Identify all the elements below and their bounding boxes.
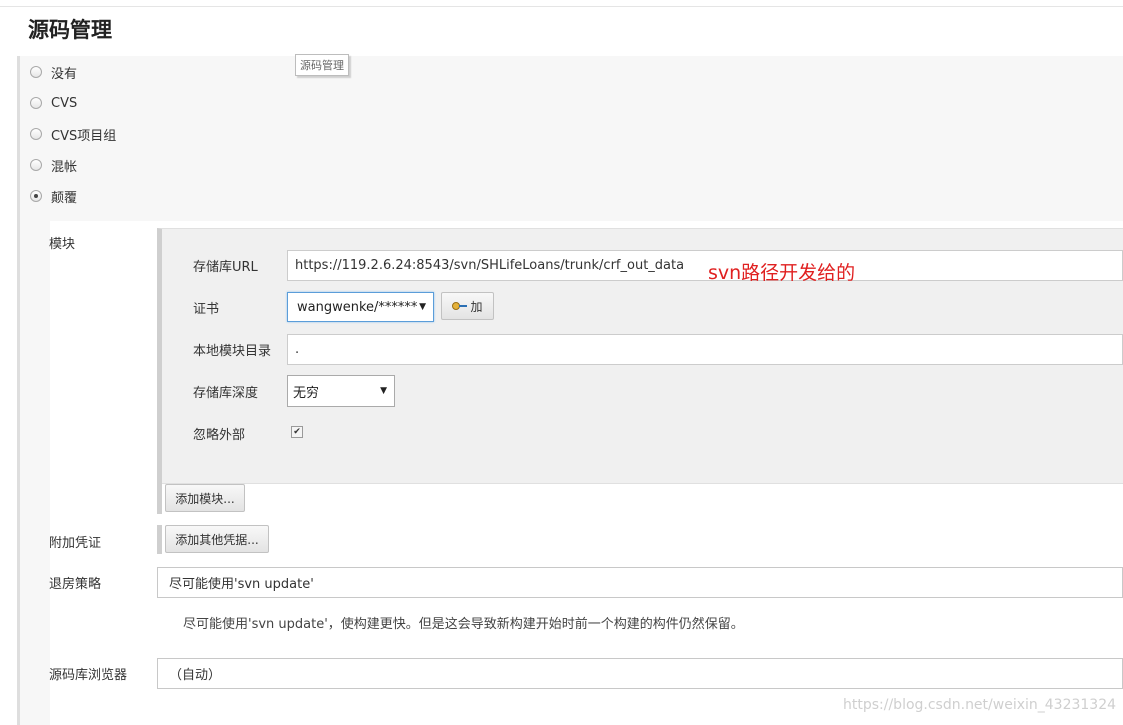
repository-url-label: 存储库URL [193,260,258,275]
tooltip: 源码管理 [295,54,349,76]
add-credentials-button[interactable]: 加 [441,292,494,320]
depth-select[interactable]: 无穷 ▼ [287,375,395,407]
repository-browser-select[interactable]: （自动） [157,658,1123,689]
radio-label: 混帐 [51,159,78,175]
local-dir-label: 本地模块目录 [193,344,272,359]
radio-button-selected[interactable] [30,190,42,202]
radio-button[interactable] [30,159,42,171]
repository-url-input[interactable]: https://119.2.6.24:8543/svn/SHLifeLoans/… [287,250,1123,281]
chevron-down-icon: ▼ [419,302,426,312]
repository-browser-label: 源码库浏览器 [49,668,128,683]
subversion-config-indent [17,221,50,725]
watermark: https://blog.csdn.net/weixin_43231324 [843,697,1117,713]
modules-label: 模块 [49,237,76,252]
radio-label: CVS [51,95,78,111]
key-icon [452,302,468,310]
additional-credentials-indent [157,525,162,554]
page-title: 源码管理 [28,18,112,42]
depth-label: 存储库深度 [193,386,259,401]
checkout-strategy-select[interactable]: 尽可能使用'svn update' [157,567,1123,598]
red-annotation: svn路径开发给的 [708,262,856,284]
radio-label: 没有 [51,66,78,82]
checkout-strategy-help: 尽可能使用'svn update'，使构建更快。但是这会导致新构建开始时前一个构… [183,617,744,632]
additional-credentials-label: 附加凭证 [49,536,102,551]
add-other-credentials-button[interactable]: 添加其他凭据... [165,525,269,553]
radio-button[interactable] [30,97,42,109]
radio-button[interactable] [30,128,42,140]
radio-label: 颠覆 [51,190,78,206]
add-credentials-label: 加 [470,299,483,314]
add-module-button[interactable]: 添加模块... [165,484,245,512]
top-divider [0,6,1123,7]
radio-label: CVS项目组 [51,128,117,144]
depth-value: 无穷 [293,385,320,401]
scm-options-panel [17,56,1123,221]
local-dir-input[interactable]: . [287,334,1123,365]
radio-option-none[interactable]: 没有 [30,62,77,82]
radio-button[interactable] [30,66,42,78]
checkout-strategy-value: 尽可能使用'svn update' [169,577,314,592]
ignore-externals-label: 忽略外部 [193,428,246,443]
radio-option-cvs[interactable]: CVS [30,93,77,113]
repository-browser-value: （自动） [169,668,222,683]
add-module-indent [157,482,162,514]
radio-option-cvs-projectset[interactable]: CVS项目组 [30,124,116,144]
chevron-down-icon: ▼ [380,386,387,396]
ignore-externals-checkbox[interactable]: ✔ [291,426,303,438]
credentials-select[interactable]: wangwenke/****** ▼ [287,292,434,322]
credentials-value: wangwenke/****** [297,299,418,315]
radio-option-subversion[interactable]: 颠覆 [30,186,77,206]
checkout-strategy-label: 退房策略 [49,577,102,592]
credentials-label: 证书 [193,302,220,317]
radio-option-git[interactable]: 混帐 [30,155,77,175]
